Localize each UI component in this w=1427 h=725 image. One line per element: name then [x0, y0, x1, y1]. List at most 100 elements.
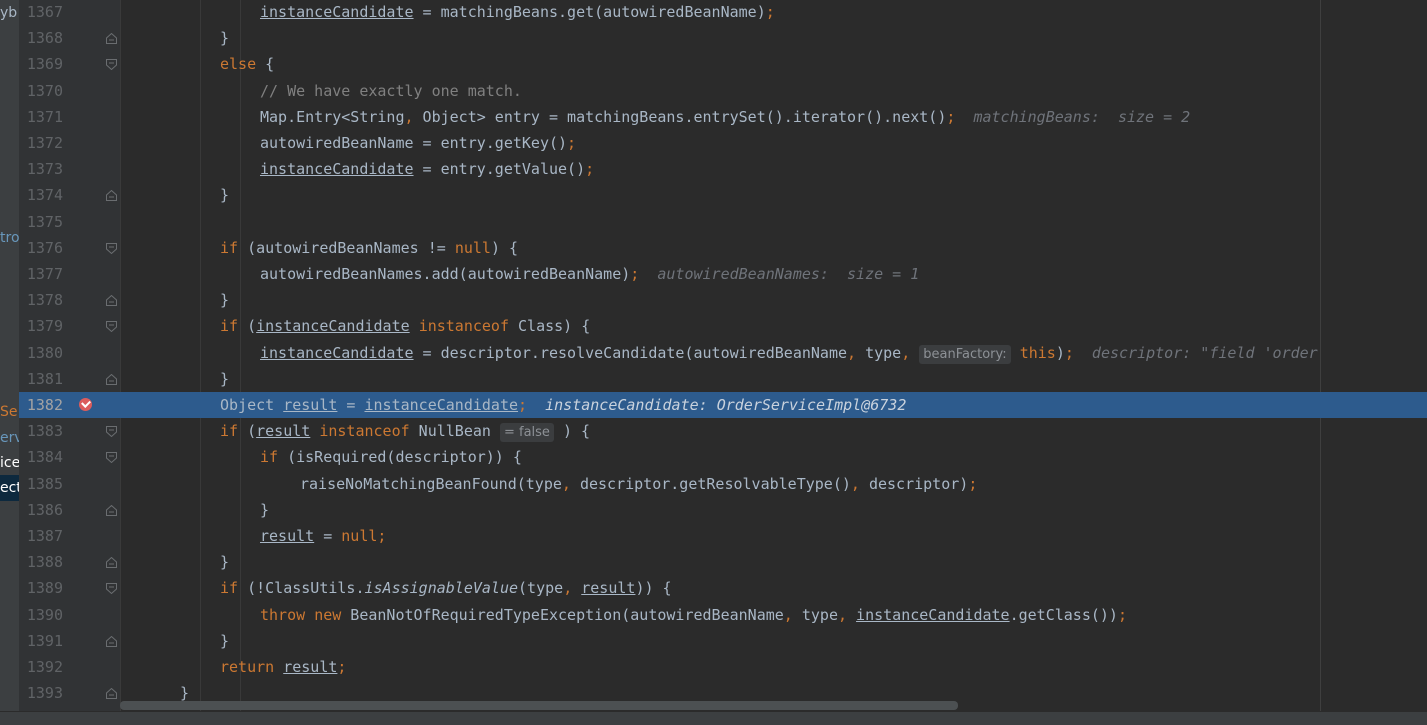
code-line[interactable]: 1376 if (autowiredBeanNames != null) { [19, 235, 1427, 261]
line-number[interactable]: 1386 [19, 497, 63, 523]
code-text[interactable]: return result; [220, 654, 346, 680]
code-line[interactable]: 1379 if (instanceCandidate instanceof Cla… [19, 313, 1427, 339]
code-text[interactable]: if (instanceCandidate instanceof Class) … [220, 313, 590, 339]
code-text[interactable]: if (result instanceof NullBean = false )… [220, 418, 590, 444]
code-text[interactable]: } [220, 366, 229, 392]
code-text[interactable]: } [220, 628, 229, 654]
code-line[interactable]: 1371 Map.Entry<String, Object> entry = ma… [19, 104, 1427, 130]
line-number[interactable]: 1378 [19, 287, 63, 313]
code-line[interactable]: 1373 instanceCandidate = entry.getValue()… [19, 156, 1427, 182]
fold-close-icon[interactable] [106, 33, 117, 45]
line-number[interactable]: 1377 [19, 261, 63, 287]
fold-close-icon[interactable] [106, 373, 117, 385]
code-text[interactable]: } [260, 497, 269, 523]
line-number[interactable]: 1380 [19, 340, 63, 366]
line-number[interactable]: 1391 [19, 628, 63, 654]
code-line[interactable]: 1377 autowiredBeanNames.add(autowiredBean… [19, 261, 1427, 287]
code-text[interactable]: if (autowiredBeanNames != null) { [220, 235, 518, 261]
code-line[interactable]: 1388} [19, 549, 1427, 575]
code-line[interactable]: 1381} [19, 366, 1427, 392]
code-line[interactable]: 1367 instanceCandidate = matchingBeans.ge… [19, 0, 1427, 25]
fold-close-icon[interactable] [106, 557, 117, 569]
line-number[interactable]: 1368 [19, 25, 63, 51]
line-number[interactable]: 1387 [19, 523, 63, 549]
line-number[interactable]: 1373 [19, 156, 63, 182]
project-tool-window-edge[interactable]: yb tro Seerviceect [0, 0, 19, 724]
breakpoint-icon[interactable] [79, 398, 92, 411]
line-number[interactable]: 1381 [19, 366, 63, 392]
code-text[interactable]: } [220, 287, 229, 313]
line-number[interactable]: 1379 [19, 313, 63, 339]
fold-close-icon[interactable] [106, 504, 117, 516]
code-line[interactable]: 1387 result = null; [19, 523, 1427, 549]
fold-close-icon[interactable] [106, 295, 117, 307]
line-number[interactable]: 1385 [19, 471, 63, 497]
code-text[interactable]: } [220, 25, 229, 51]
line-number[interactable]: 1390 [19, 602, 63, 628]
project-tree-item[interactable]: Se [0, 399, 19, 425]
line-number[interactable]: 1367 [19, 0, 63, 25]
code-line[interactable]: 1378} [19, 287, 1427, 313]
code-line[interactable]: 1391} [19, 628, 1427, 654]
code-line[interactable]: 1380 instanceCandidate = descriptor.resol… [19, 340, 1427, 366]
line-number[interactable]: 1382 [19, 392, 63, 418]
code-line[interactable]: 1372 autowiredBeanName = entry.getKey(); [19, 130, 1427, 156]
code-text[interactable]: Object result = instanceCandidate; insta… [220, 392, 906, 418]
project-tree-item[interactable]: erv [0, 425, 19, 451]
code-text[interactable]: } [220, 182, 229, 208]
code-text[interactable]: throw new BeanNotOfRequiredTypeException… [260, 602, 1127, 628]
fold-open-icon[interactable] [106, 242, 117, 254]
project-tree-item[interactable]: yb [0, 0, 19, 26]
fold-close-icon[interactable] [106, 688, 117, 700]
code-line[interactable]: 1383 if (result instanceof NullBean = fal… [19, 418, 1427, 444]
project-tree-item[interactable]: ice [0, 450, 19, 476]
project-tree-item[interactable]: ect [0, 475, 19, 501]
code-text[interactable]: result = null; [260, 523, 386, 549]
line-number[interactable]: 1376 [19, 235, 63, 261]
code-text[interactable]: instanceCandidate = descriptor.resolveCa… [260, 340, 1318, 366]
line-number[interactable]: 1369 [19, 51, 63, 77]
line-number[interactable]: 1384 [19, 444, 63, 470]
code-text[interactable]: else { [220, 51, 274, 77]
code-text[interactable]: raiseNoMatchingBeanFound(type, descripto… [300, 471, 977, 497]
code-line[interactable]: 1368} [19, 25, 1427, 51]
fold-open-icon[interactable] [106, 452, 117, 464]
code-line[interactable]: 1392 return result; [19, 654, 1427, 680]
code-line[interactable]: 1386} [19, 497, 1427, 523]
code-line[interactable]: 1385 raiseNoMatchingBeanFound(type, descr… [19, 471, 1427, 497]
fold-open-icon[interactable] [106, 59, 117, 71]
code-text[interactable]: } [220, 549, 229, 575]
code-text[interactable]: if (isRequired(descriptor)) { [260, 444, 522, 470]
project-tree-item[interactable]: tro [0, 225, 19, 251]
code-line[interactable]: 1384 if (isRequired(descriptor)) { [19, 444, 1427, 470]
code-line[interactable]: 1369 else { [19, 51, 1427, 77]
code-text[interactable]: instanceCandidate = entry.getValue(); [260, 156, 594, 182]
fold-open-icon[interactable] [106, 583, 117, 595]
line-number[interactable]: 1392 [19, 654, 63, 680]
line-number[interactable]: 1371 [19, 104, 63, 130]
fold-open-icon[interactable] [106, 426, 117, 438]
code-text[interactable]: autowiredBeanNames.add(autowiredBeanName… [260, 261, 919, 287]
fold-close-icon[interactable] [106, 190, 117, 202]
horizontal-scrollbar[interactable] [120, 701, 958, 710]
line-number[interactable]: 1388 [19, 549, 63, 575]
execution-point-line[interactable]: 1382 Object result = instanceCandidate; i… [19, 392, 1427, 419]
fold-open-icon[interactable] [106, 321, 117, 333]
code-line[interactable]: 1370 // We have exactly one match. [19, 78, 1427, 104]
code-text[interactable]: if (!ClassUtils.isAssignableValue(type, … [220, 575, 672, 601]
code-text[interactable]: autowiredBeanName = entry.getKey(); [260, 130, 576, 156]
code-line[interactable]: 1374} [19, 182, 1427, 208]
code-text[interactable]: // We have exactly one match. [260, 78, 522, 104]
line-number[interactable]: 1389 [19, 575, 63, 601]
line-number[interactable]: 1375 [19, 209, 63, 235]
code-line[interactable]: 1389 if (!ClassUtils.isAssignableValue(ty… [19, 575, 1427, 601]
fold-close-icon[interactable] [106, 635, 117, 647]
code-line[interactable]: 1390 throw new BeanNotOfRequiredTypeExcep… [19, 602, 1427, 628]
line-number[interactable]: 1383 [19, 418, 63, 444]
code-text[interactable]: Map.Entry<String, Object> entry = matchi… [260, 104, 1190, 130]
line-number[interactable]: 1370 [19, 78, 63, 104]
code-text[interactable]: instanceCandidate = matchingBeans.get(au… [260, 0, 775, 25]
code-line[interactable]: 1375 [19, 209, 1427, 235]
line-number[interactable]: 1393 [19, 680, 63, 706]
line-number[interactable]: 1372 [19, 130, 63, 156]
